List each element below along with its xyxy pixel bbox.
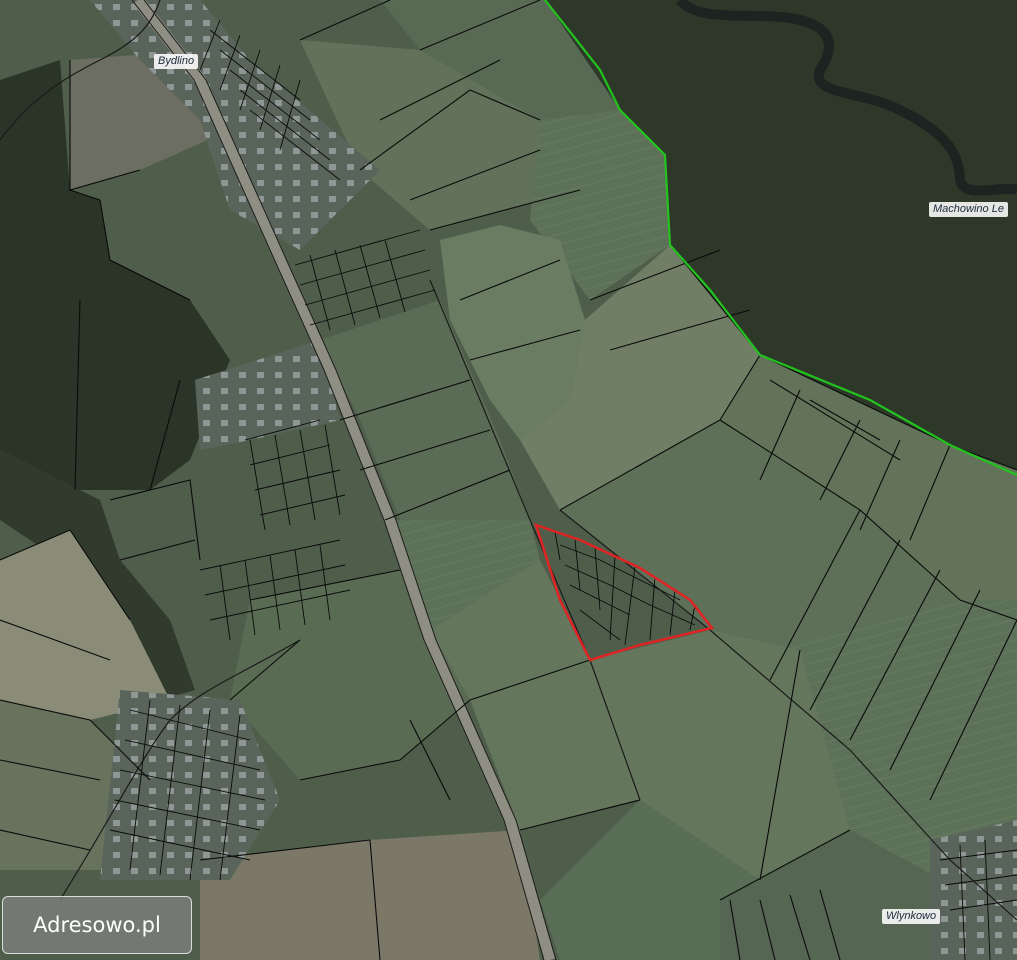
watermark-logo: Adresowo.pl [2, 896, 192, 954]
satellite-layer [0, 0, 1017, 960]
map-view[interactable]: Bydlino Machowino Le Wlynkowo Adresowo.p… [0, 0, 1017, 960]
settlement-wlynkowo [930, 820, 1017, 960]
place-label-wlynkowo: Wlynkowo [882, 909, 941, 924]
place-label-bydlino: Bydlino [154, 54, 199, 69]
place-label-machowino: Machowino Le [929, 202, 1008, 217]
